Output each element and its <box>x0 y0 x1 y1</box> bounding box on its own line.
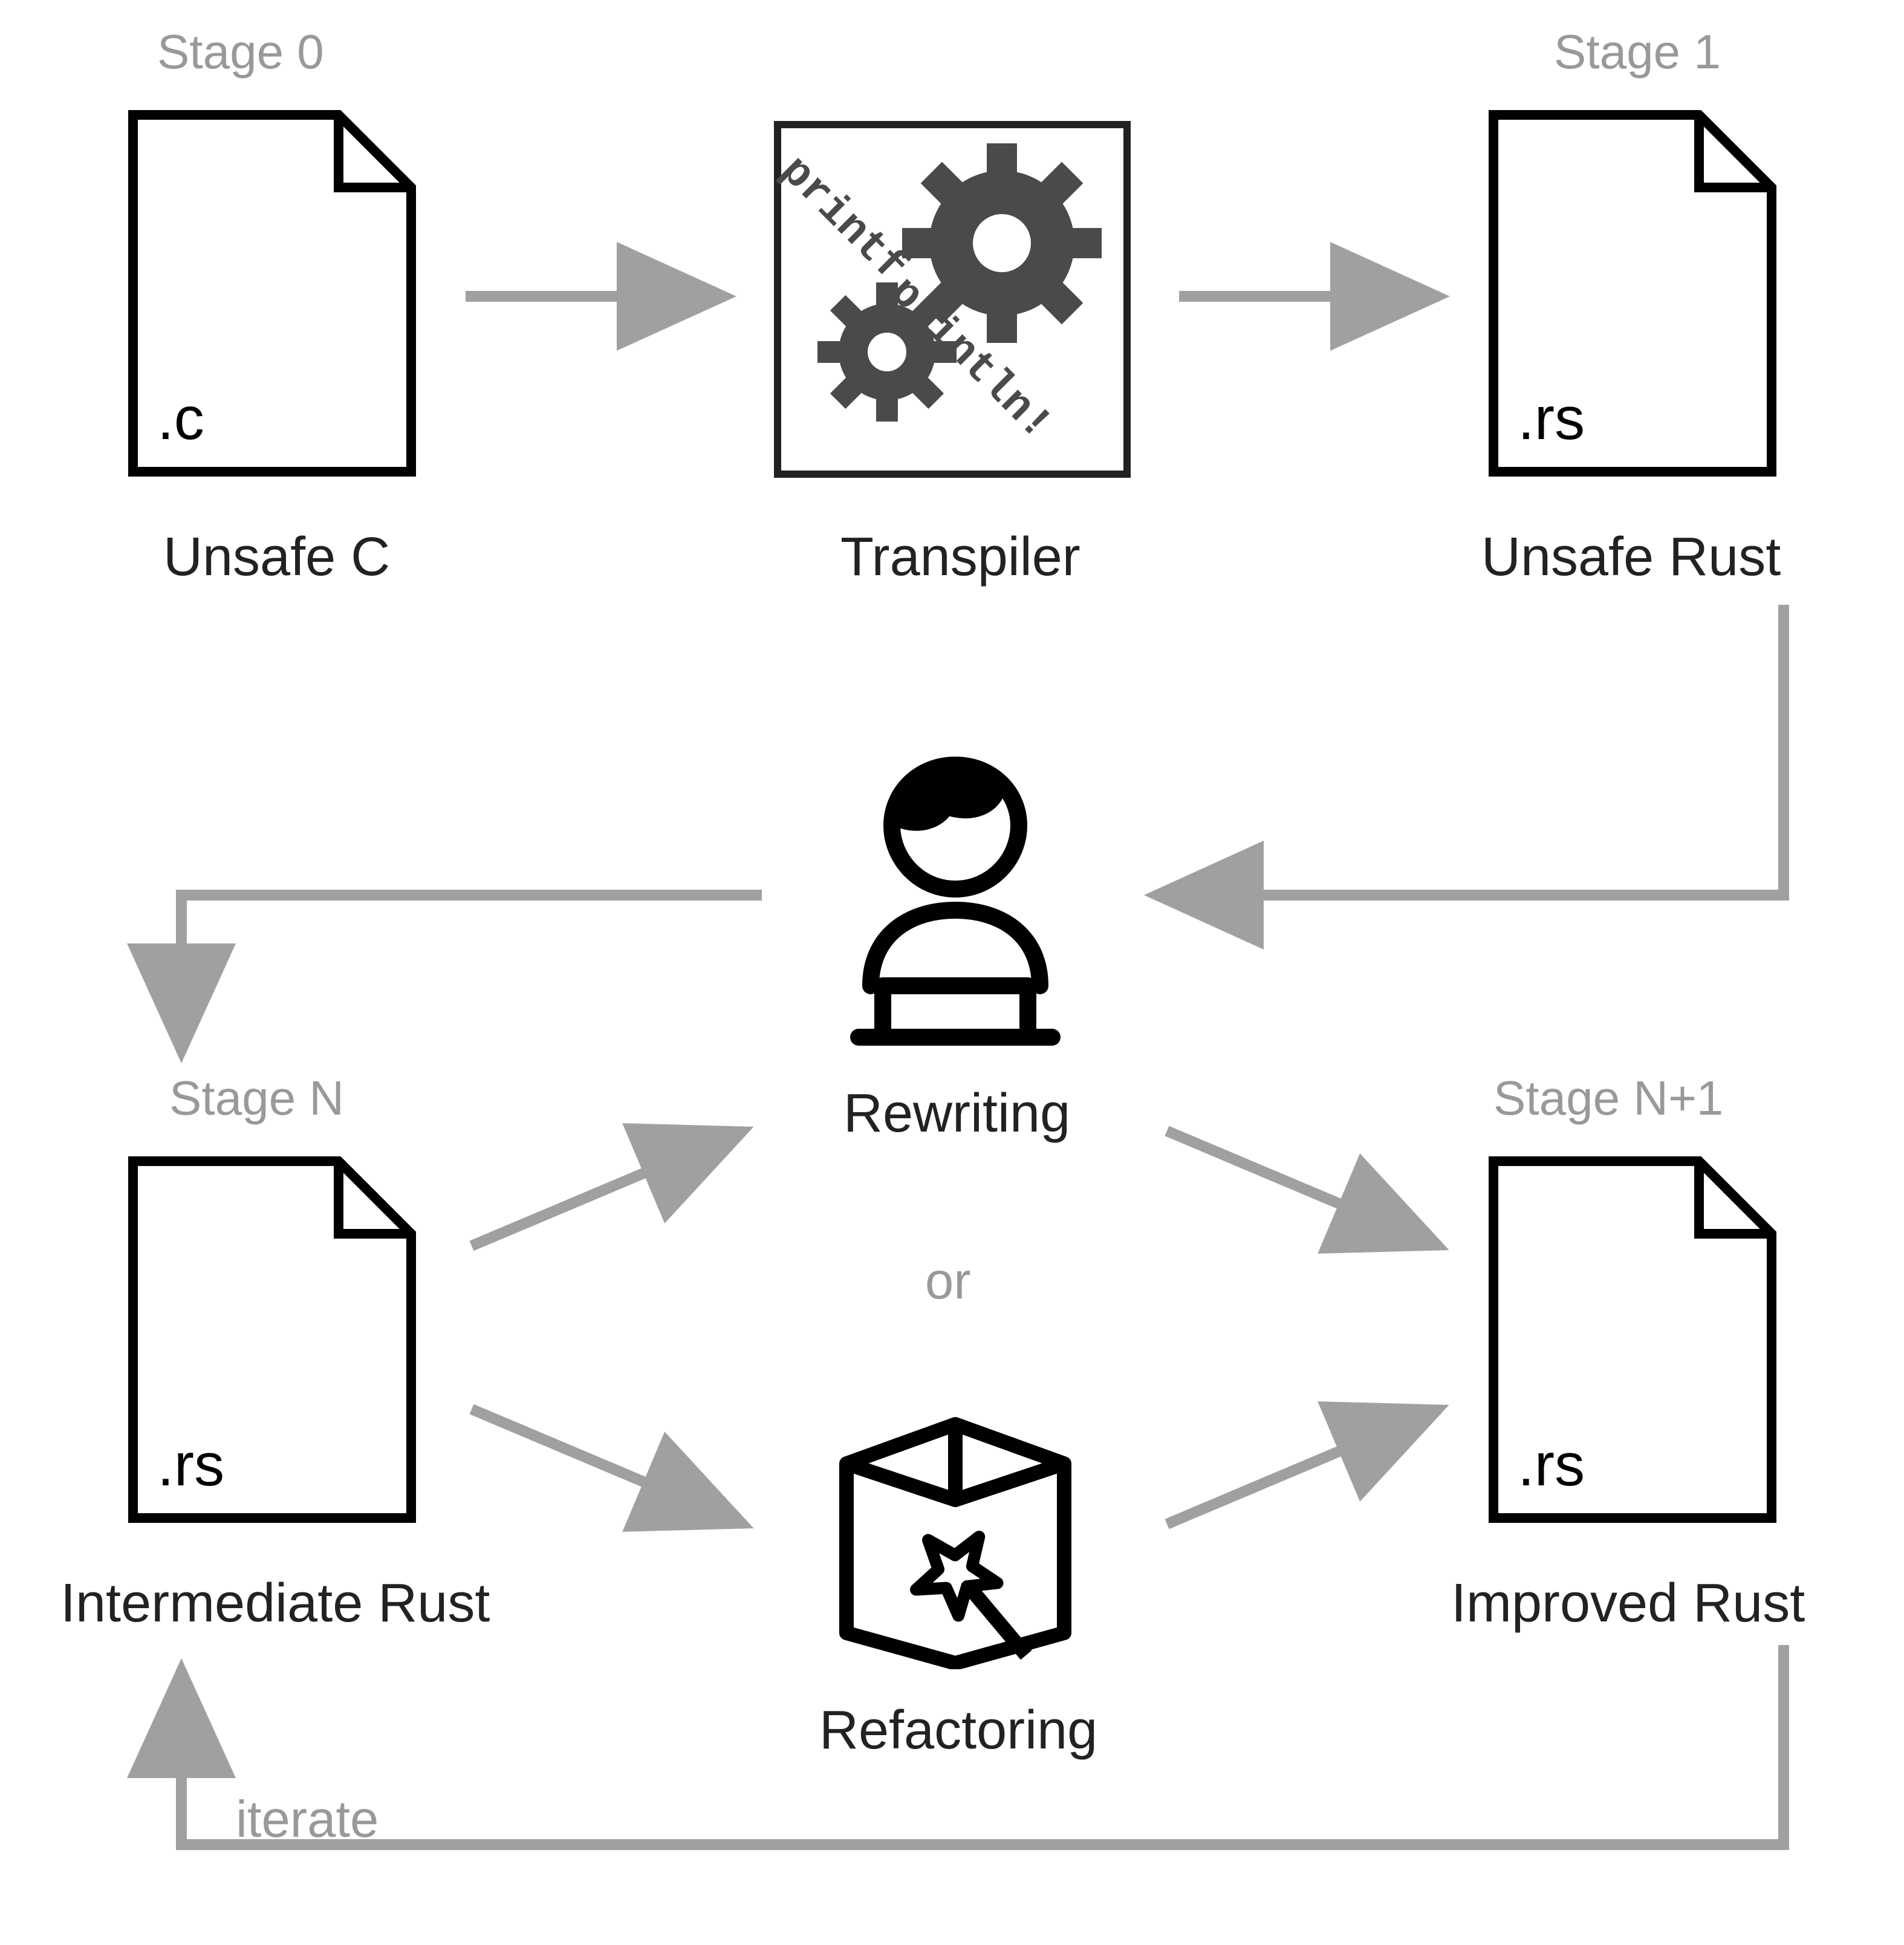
person-icon <box>804 750 1106 1052</box>
improved-rust-label: Improved Rust <box>1451 1572 1805 1635</box>
iterate-label: iterate <box>236 1790 379 1849</box>
rewriting-label: Rewriting <box>843 1083 1070 1145</box>
file-ext-rs-3: .rs <box>1518 1430 1585 1500</box>
arrow-rewriting-to-improved <box>1167 1131 1439 1246</box>
transpiler-process: printf println! <box>774 121 1131 478</box>
file-improved-rust: .rs <box>1481 1149 1784 1530</box>
arrow-intermediate-to-rewriting <box>472 1131 744 1246</box>
stage-n-label: Stage N <box>169 1070 344 1126</box>
file-intermediate-rust: .rs <box>121 1149 423 1530</box>
stage-0-label: Stage 0 <box>157 24 324 80</box>
file-ext-rs-2: .rs <box>157 1430 224 1500</box>
arrow-rewriting-to-intermediate <box>181 895 762 1052</box>
or-label: or <box>925 1252 971 1311</box>
file-ext-rs-1: .rs <box>1518 384 1585 454</box>
arrow-intermediate-to-refactoring <box>472 1409 744 1524</box>
refactoring-box-icon <box>804 1367 1106 1669</box>
unsafe-c-label: Unsafe C <box>163 526 390 588</box>
file-ext-c: .c <box>157 384 204 454</box>
transpiler-label: Transpiler <box>840 526 1080 588</box>
intermediate-rust-label: Intermediate Rust <box>60 1572 490 1635</box>
file-unsafe-rust: .rs <box>1481 103 1784 484</box>
refactoring-label: Refactoring <box>819 1699 1097 1762</box>
arrow-unsafe-rust-to-rewriting <box>1155 605 1784 895</box>
stage-1-label: Stage 1 <box>1554 24 1721 80</box>
arrow-refactoring-to-improved <box>1167 1409 1439 1524</box>
unsafe-rust-label: Unsafe Rust <box>1481 526 1781 588</box>
file-unsafe-c: .c <box>121 103 423 484</box>
stage-n1-label: Stage N+1 <box>1493 1070 1723 1126</box>
